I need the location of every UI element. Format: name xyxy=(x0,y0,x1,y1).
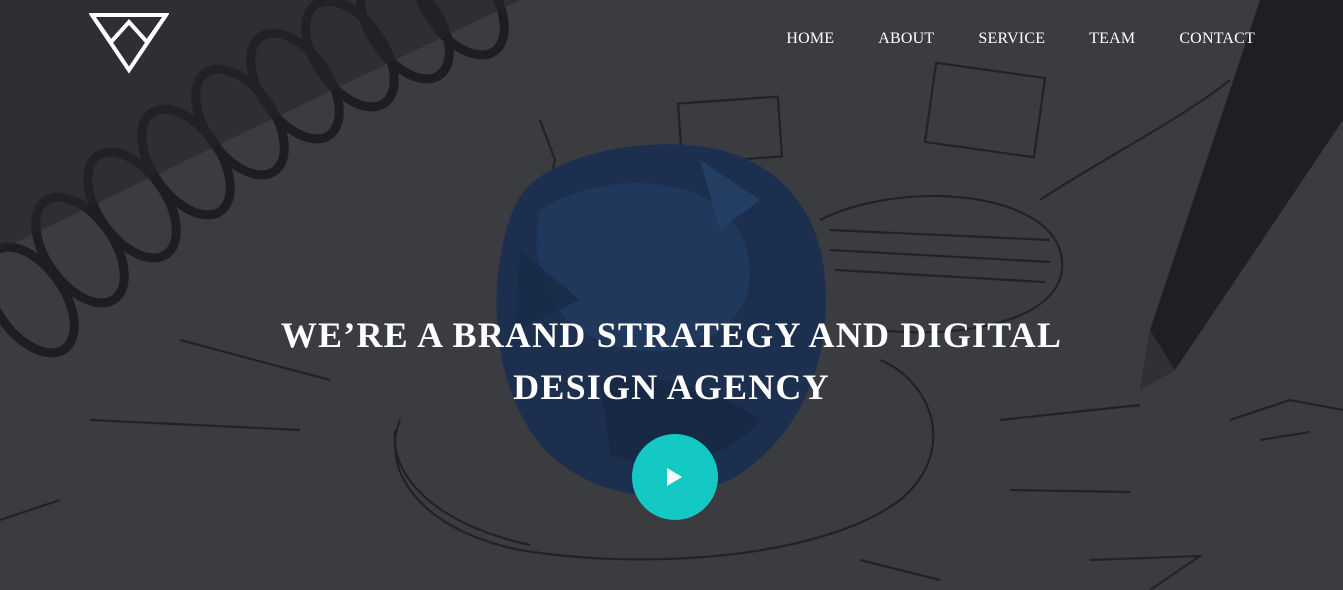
nav-item-home[interactable]: HOME xyxy=(786,28,834,50)
nav-item-team[interactable]: TEAM xyxy=(1089,28,1135,50)
triangle-v-logo-icon[interactable] xyxy=(89,12,169,74)
play-video-button[interactable] xyxy=(632,434,718,520)
hero-headline-line-1: WE’RE A BRAND STRATEGY AND DIGITAL xyxy=(280,315,1063,355)
nav-item-contact[interactable]: CONTACT xyxy=(1179,28,1255,50)
nav-item-about[interactable]: ABOUT xyxy=(878,28,934,50)
nav-item-service[interactable]: SERVICE xyxy=(978,28,1045,50)
play-icon xyxy=(667,468,682,486)
main-nav: HOME ABOUT SERVICE TEAM CONTACT xyxy=(742,28,1255,50)
hero-headline: WE’RE A BRAND STRATEGY AND DIGITAL DESIG… xyxy=(0,309,1343,413)
hero-headline-line-2: DESIGN AGENCY xyxy=(513,367,830,407)
hero-section: HOME ABOUT SERVICE TEAM CONTACT WE’RE A … xyxy=(0,0,1343,590)
